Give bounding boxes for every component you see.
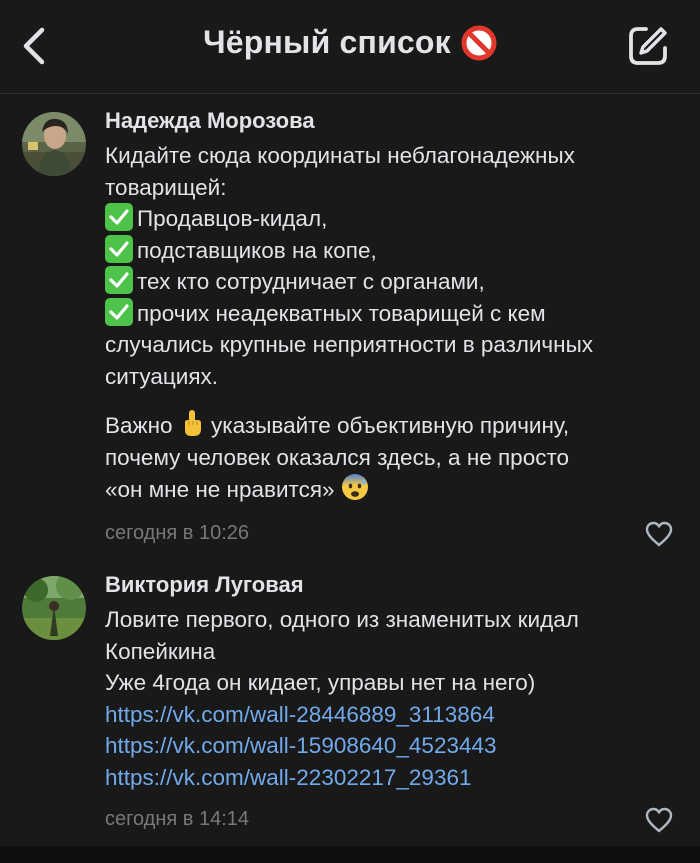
check-mark-icon	[105, 234, 133, 263]
comment-author[interactable]: Надежда Морозова	[105, 108, 315, 134]
post-link[interactable]: https://vk.com/wall-28446889_3113864	[105, 702, 495, 727]
index-pointing-up-icon	[184, 410, 201, 436]
text-fragment: «он мне не нравится»	[105, 477, 335, 502]
edit-button[interactable]	[626, 24, 670, 68]
comment-time: сегодня в 10:26	[105, 522, 249, 544]
text-line: почему человек оказался здесь, а не прос…	[105, 444, 570, 470]
list-item-label: тех кто сотрудничает с органами,	[137, 269, 485, 294]
prohibited-icon	[461, 25, 497, 60]
list-item: подставщиков на копе,	[105, 234, 685, 267]
text-line: Кидайте сюда координаты неблагонадежных	[105, 143, 575, 168]
like-button[interactable]	[644, 520, 674, 548]
text-line: «он мне не нравится»	[105, 473, 685, 506]
text-fragment: Важно	[105, 413, 173, 438]
text-line: случались крупные неприятности в различн…	[105, 332, 594, 357]
header: Чёрный список	[0, 0, 700, 94]
list-item: Продавцов-кидал,	[105, 203, 685, 235]
text-line: Копейкина	[105, 638, 216, 664]
page-title-text: Чёрный список	[203, 24, 451, 60]
avatar[interactable]	[22, 576, 86, 640]
page-title: Чёрный список	[0, 24, 700, 61]
check-mark-icon	[105, 203, 133, 231]
comment-text: Кидайте сюда координаты неблагонадежных …	[105, 140, 685, 506]
post-link[interactable]: https://vk.com/wall-22302217_29361	[105, 765, 471, 790]
list-item-label: Продавцов-кидал,	[137, 206, 328, 231]
list-item: тех кто сотрудничает с органами,	[105, 266, 685, 298]
check-mark-icon	[105, 266, 133, 294]
text-line: Важно указывайте объективную причину,	[105, 409, 685, 442]
text-line: товарищей:	[105, 174, 227, 200]
bottom-bar	[0, 846, 700, 863]
check-mark-icon	[105, 297, 133, 326]
edit-icon	[629, 27, 667, 65]
heart-icon	[645, 521, 673, 547]
anxious-face-icon	[341, 474, 368, 500]
list-item: прочих неадекватных товарищей с кем	[105, 297, 685, 330]
comment-time: сегодня в 14:14	[105, 808, 249, 830]
comment-text: Ловите первого, одного из знаменитых кид…	[105, 604, 685, 793]
comment-author[interactable]: Виктория Луговая	[105, 572, 304, 598]
text-fragment: указывайте объективную причину,	[211, 413, 570, 438]
text-line: ситуациях.	[105, 363, 219, 389]
heart-icon	[645, 807, 673, 833]
post-link[interactable]: https://vk.com/wall-15908640_4523443	[105, 733, 497, 758]
like-button[interactable]	[644, 806, 674, 834]
text-line: Ловите первого, одного из знаменитых кид…	[105, 607, 579, 632]
avatar[interactable]	[22, 112, 86, 176]
list-item-label: прочих неадекватных товарищей с кем	[137, 300, 546, 326]
text-line: Уже 4года он кидает, управы нет на него)	[105, 670, 536, 695]
comments-list: Надежда Морозова Кидайте сюда координаты…	[0, 94, 700, 846]
list-item-label: подставщиков на копе,	[137, 237, 377, 263]
